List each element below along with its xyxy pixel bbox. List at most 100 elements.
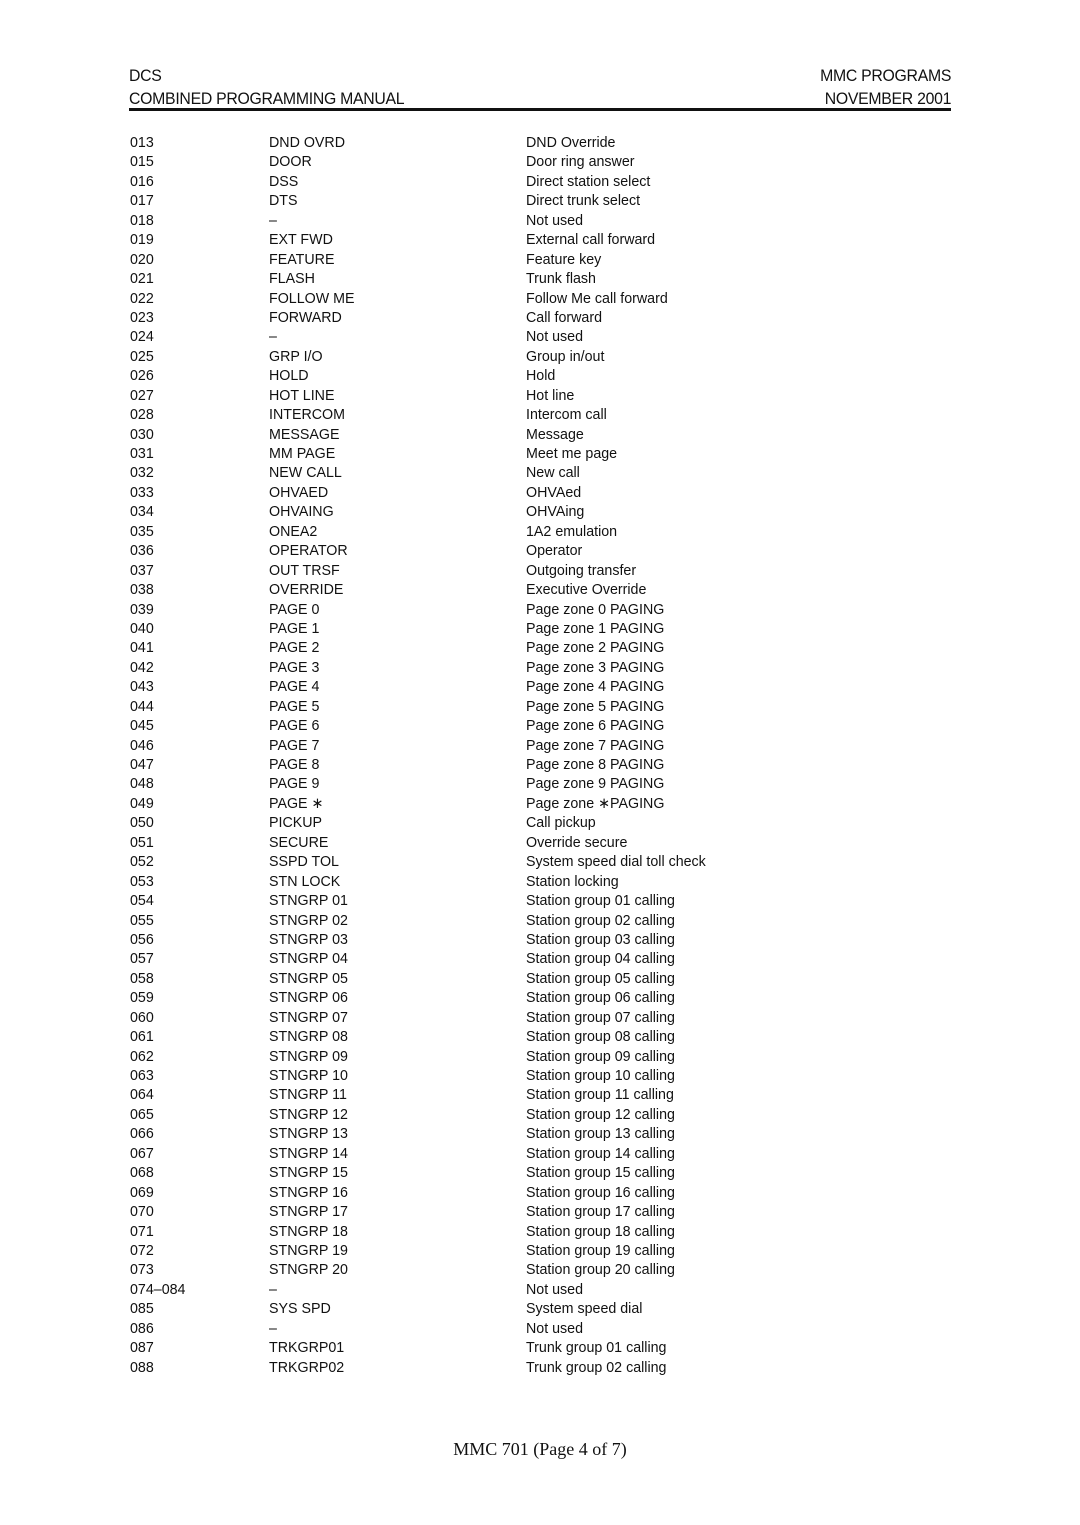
- row-key-name: STNGRP 01: [269, 892, 348, 910]
- row-description: Station group 20 calling: [526, 1261, 675, 1279]
- row-key-name: STNGRP 06: [269, 989, 348, 1007]
- row-description: Station group 04 calling: [526, 950, 675, 968]
- row-code: 032: [130, 464, 154, 482]
- table-row: 017 DTS Direct trunk select: [130, 191, 930, 210]
- row-description: Station group 05 calling: [526, 969, 675, 987]
- row-key-name: FOLLOW ME: [269, 289, 355, 307]
- table-row: 033 OHVAED OHVAed: [130, 483, 930, 502]
- key-code-table: 013 DND OVRD DND Override 015 DOOR Door ring …: [130, 133, 930, 1377]
- header-product: DCS: [129, 66, 162, 85]
- row-description: Door ring answer: [526, 153, 635, 171]
- table-row: 022 FOLLOW ME Follow Me call forward: [130, 289, 930, 308]
- row-code: 043: [130, 678, 154, 696]
- row-code: 072: [130, 1241, 154, 1259]
- row-key-name: FLASH: [269, 270, 315, 288]
- header-section: MMC PROGRAMS: [820, 66, 952, 85]
- table-row: 055 STNGRP 02 Station group 02 calling: [130, 911, 930, 930]
- table-row: 056 STNGRP 03 Station group 03 calling: [130, 930, 930, 949]
- table-row: 018 – Not used: [130, 211, 930, 230]
- row-key-name: SSPD TOL: [269, 853, 339, 871]
- table-row: 061 STNGRP 08 Station group 08 calling: [130, 1027, 930, 1046]
- header-divider: [129, 108, 951, 111]
- row-description: Station group 18 calling: [526, 1222, 675, 1240]
- row-code: 065: [130, 1105, 154, 1123]
- row-key-name: PICKUP: [269, 814, 323, 832]
- row-code: 033: [130, 483, 154, 501]
- row-key-name: STNGRP 04: [269, 950, 348, 968]
- row-description: Feature key: [526, 250, 602, 268]
- row-code: 036: [130, 542, 154, 560]
- header-manual-title: COMBINED PROGRAMMING MANUAL: [129, 89, 405, 108]
- row-description: Hot line: [526, 386, 575, 404]
- table-row: 025 GRP I/O Group in/out: [130, 347, 930, 366]
- row-description: Page zone 0 PAGING: [526, 600, 665, 618]
- row-code: 039: [130, 600, 154, 618]
- row-key-name: PAGE 6: [269, 717, 320, 735]
- row-key-name: HOT LINE: [269, 386, 335, 404]
- row-description: Not used: [526, 328, 584, 346]
- table-row: 086 – Not used: [130, 1319, 930, 1338]
- table-row: 066 STNGRP 13 Station group 13 calling: [130, 1124, 930, 1143]
- row-code: 022: [130, 289, 154, 307]
- row-key-name: OVERRIDE: [269, 581, 344, 599]
- row-code: 053: [130, 872, 154, 890]
- table-row: 039 PAGE 0 Page zone 0 PAGING: [130, 600, 930, 619]
- row-code: 015: [130, 153, 154, 171]
- row-key-name: FEATURE: [269, 250, 335, 268]
- row-code: 042: [130, 658, 154, 676]
- row-key-name: GRP I/O: [269, 347, 323, 365]
- row-description: Station group 07 calling: [526, 1008, 675, 1026]
- row-code: 070: [130, 1203, 154, 1221]
- table-row: 032 NEW CALL New call: [130, 463, 930, 482]
- row-key-name: TRKGRP01: [269, 1339, 345, 1357]
- table-row: 052 SSPD TOL System speed dial toll check: [130, 852, 930, 871]
- table-row: 043 PAGE 4 Page zone 4 PAGING: [130, 677, 930, 696]
- table-row: 071 STNGRP 18 Station group 18 calling: [130, 1222, 930, 1241]
- page-footer: MMC 701 (Page 4 of 7): [453, 1439, 627, 1459]
- row-code: 030: [130, 425, 154, 443]
- row-description: Station group 15 calling: [526, 1164, 675, 1182]
- row-key-name: PAGE 8: [269, 756, 320, 773]
- row-description: Station locking: [526, 872, 619, 890]
- row-description: Station group 03 calling: [526, 930, 675, 948]
- row-description: Trunk group 02 calling: [526, 1358, 667, 1376]
- row-code: 041: [130, 639, 154, 657]
- row-description: Page zone 4 PAGING: [526, 678, 665, 696]
- row-key-name: –: [269, 328, 277, 346]
- row-code: 058: [130, 969, 154, 987]
- row-description: DND Override: [526, 134, 616, 151]
- row-code: 086: [130, 1319, 154, 1337]
- row-description: Not used: [526, 1319, 584, 1337]
- row-code: 023: [130, 308, 154, 326]
- row-key-name: SYS SPD: [269, 1300, 331, 1318]
- row-description: Page zone 6 PAGING: [526, 717, 665, 735]
- table-row: 026 HOLD Hold: [130, 366, 930, 385]
- row-description: Call pickup: [526, 814, 596, 832]
- row-code: 040: [130, 619, 154, 637]
- table-row: 073 STNGRP 20 Station group 20 calling: [130, 1260, 930, 1279]
- table-row: 067 STNGRP 14 Station group 14 calling: [130, 1144, 930, 1163]
- row-description: Message: [526, 425, 584, 443]
- table-row: 050 PICKUP Call pickup: [130, 813, 930, 832]
- row-description: Page zone 7 PAGING: [526, 736, 665, 754]
- table-row: 053 STN LOCK Station locking: [130, 872, 930, 891]
- row-description: Station group 14 calling: [526, 1144, 675, 1162]
- row-code: 066: [130, 1125, 154, 1143]
- row-description: Station group 01 calling: [526, 892, 675, 910]
- row-code: 088: [130, 1358, 154, 1376]
- table-row: 087 TRKGRP01 Trunk group 01 calling: [130, 1338, 930, 1357]
- row-key-name: HOLD: [269, 367, 309, 385]
- row-key-name: STNGRP 16: [269, 1183, 348, 1201]
- row-code: 064: [130, 1086, 154, 1104]
- row-description: Station group 13 calling: [526, 1125, 675, 1143]
- row-key-name: OPERATOR: [269, 542, 348, 560]
- row-code: 054: [130, 892, 154, 910]
- row-code: 048: [130, 775, 154, 793]
- row-code: 017: [130, 192, 154, 210]
- row-description: Meet me page: [526, 445, 618, 462]
- table-row: 044 PAGE 5 Page zone 5 PAGING: [130, 697, 930, 716]
- row-description: Station group 19 calling: [526, 1241, 675, 1259]
- row-code: 038: [130, 581, 154, 599]
- row-description: 1A2 emulation: [526, 522, 618, 540]
- table-row: 020 FEATURE Feature key: [130, 250, 930, 269]
